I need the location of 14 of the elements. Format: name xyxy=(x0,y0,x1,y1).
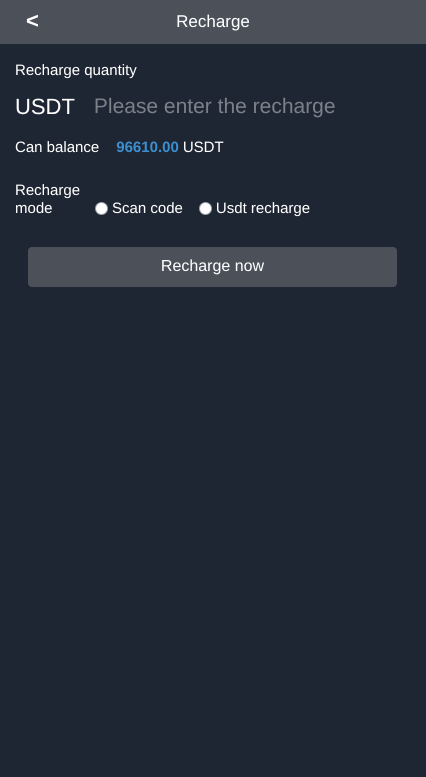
radio-label: Scan code xyxy=(112,200,183,218)
balance-unit: USDT xyxy=(182,138,224,158)
page-title: Recharge xyxy=(176,11,250,34)
back-button[interactable]: < xyxy=(26,8,39,34)
radio-label: Usdt recharge xyxy=(216,200,310,218)
amount-input[interactable]: Please enter the recharge xyxy=(94,90,376,122)
balance-amount: 96610.00 xyxy=(116,138,179,158)
quantity-label: Recharge quantity xyxy=(15,61,138,81)
currency-label: USDT xyxy=(15,93,75,121)
balance-label: Can balance xyxy=(15,138,100,158)
radio-button[interactable] xyxy=(198,202,212,215)
mode-label: Recharge mode xyxy=(15,182,82,218)
radio-button[interactable] xyxy=(95,202,108,215)
recharge-button[interactable]: Recharge now xyxy=(28,246,397,286)
